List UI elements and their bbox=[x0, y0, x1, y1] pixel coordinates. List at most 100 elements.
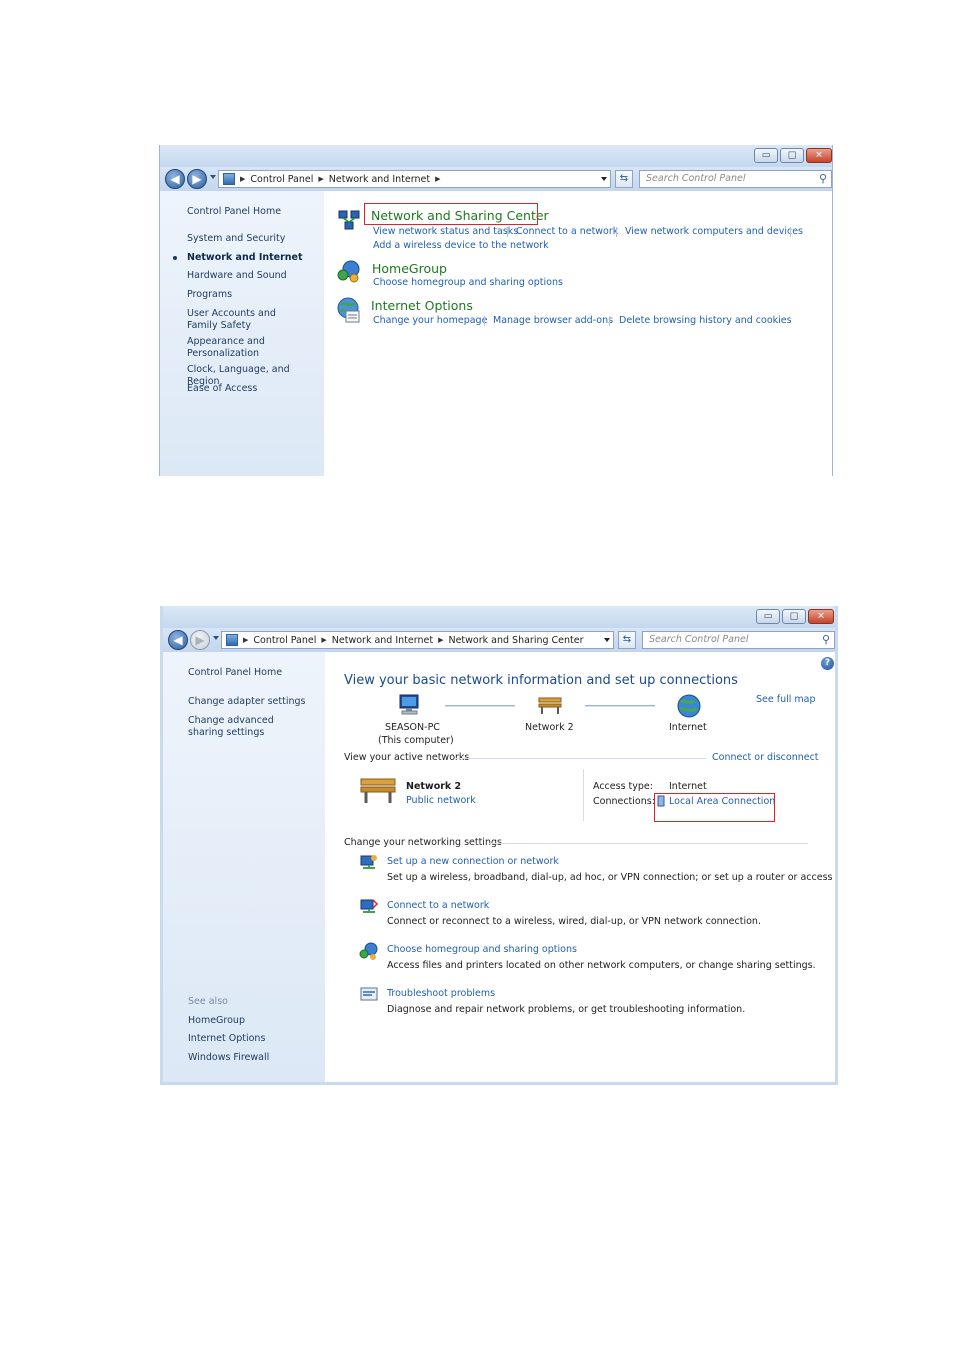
refresh-button[interactable]: ⇆ bbox=[618, 631, 636, 649]
connect-network-icon bbox=[359, 897, 379, 920]
address-dropdown-icon[interactable] bbox=[601, 177, 607, 181]
link-view-network-computers[interactable]: View network computers and devices bbox=[625, 226, 803, 237]
link-change-homepage[interactable]: Change your homepage bbox=[373, 315, 487, 326]
control-panel-icon bbox=[223, 173, 235, 185]
active-network-name: Network 2 bbox=[406, 781, 462, 792]
map-connection-line bbox=[445, 705, 515, 707]
search-icon[interactable]: ⚲ bbox=[819, 171, 827, 187]
connections-label: Connections: bbox=[593, 796, 655, 807]
link-manage-add-ons[interactable]: Manage browser add-ons bbox=[493, 315, 613, 326]
link-separator bbox=[790, 227, 791, 237]
homegroup-icon bbox=[337, 259, 361, 286]
task-troubleshoot-link[interactable]: Troubleshoot problems bbox=[387, 988, 495, 999]
recent-pages-dropdown[interactable] bbox=[213, 636, 219, 640]
link-add-wireless-device[interactable]: Add a wireless device to the network bbox=[373, 240, 549, 251]
minimize-button[interactable]: ▭ bbox=[756, 609, 780, 624]
main-content: ? View your basic network information an… bbox=[325, 652, 835, 1082]
breadcrumb-separator-icon: ▶ bbox=[438, 636, 444, 644]
help-icon[interactable]: ? bbox=[821, 657, 834, 670]
address-bar[interactable]: ▶ Control Panel ▶ Network and Internet ▶ bbox=[218, 170, 611, 188]
maximize-button[interactable]: □ bbox=[780, 148, 804, 163]
search-placeholder: Search Control Panel bbox=[649, 634, 749, 645]
sidebar-item-system-and-security[interactable]: System and Security bbox=[187, 233, 285, 245]
active-networks-label: View your active networks bbox=[344, 752, 470, 763]
search-icon[interactable]: ⚲ bbox=[822, 632, 830, 648]
networking-settings-label: Change your networking settings bbox=[344, 837, 502, 848]
map-network-name: Network 2 bbox=[525, 722, 574, 733]
link-delete-browsing-history[interactable]: Delete browsing history and cookies bbox=[619, 315, 792, 326]
link-connect-to-network[interactable]: Connect to a network bbox=[516, 226, 618, 237]
address-dropdown-icon[interactable] bbox=[604, 638, 610, 642]
map-internet: Internet bbox=[669, 722, 707, 733]
public-network-link[interactable]: Public network bbox=[406, 795, 476, 806]
task-setup-connection-link[interactable]: Set up a new connection or network bbox=[387, 856, 559, 867]
main-content: Network and Sharing Center View network … bbox=[324, 191, 832, 476]
connect-or-disconnect-link[interactable]: Connect or disconnect bbox=[712, 752, 819, 763]
current-item-bullet-icon bbox=[173, 256, 177, 260]
link-separator bbox=[609, 316, 610, 326]
sidebar-item-ease-of-access[interactable]: Ease of Access bbox=[187, 383, 257, 395]
link-homegroup-sharing-options[interactable]: Choose homegroup and sharing options bbox=[373, 277, 563, 288]
sidebar-item-network-and-internet[interactable]: Network and Internet bbox=[187, 252, 303, 264]
control-panel-icon bbox=[226, 634, 238, 646]
sidebar-change-advanced-sharing[interactable]: Change advanced sharing settings bbox=[188, 715, 306, 739]
see-also-windows-firewall[interactable]: Windows Firewall bbox=[188, 1052, 269, 1064]
forward-button[interactable]: ▶ bbox=[190, 630, 210, 650]
task-connect-network-desc: Connect or reconnect to a wireless, wire… bbox=[387, 916, 761, 927]
network-sharing-center-icon bbox=[338, 209, 360, 234]
internet-options-title[interactable]: Internet Options bbox=[371, 298, 473, 313]
homegroup-task-icon bbox=[359, 941, 379, 964]
task-homegroup-link[interactable]: Choose homegroup and sharing options bbox=[387, 944, 577, 955]
internet-globe-icon bbox=[676, 693, 702, 722]
sidebar-item-appearance[interactable]: Appearance and Personalization bbox=[187, 336, 287, 360]
homegroup-title[interactable]: HomeGroup bbox=[372, 261, 447, 276]
breadcrumb-network-and-internet[interactable]: Network and Internet bbox=[329, 174, 430, 185]
sidebar-control-panel-home[interactable]: Control Panel Home bbox=[188, 667, 282, 679]
forward-button[interactable]: ▶ bbox=[187, 169, 207, 189]
map-connection-line bbox=[585, 705, 655, 707]
computer-note: (This computer) bbox=[378, 735, 454, 746]
sidebar-item-user-accounts[interactable]: User Accounts and Family Safety bbox=[187, 308, 305, 332]
see-full-map-link[interactable]: See full map bbox=[756, 694, 816, 705]
back-button[interactable]: ◀ bbox=[165, 169, 185, 189]
task-connect-network-link[interactable]: Connect to a network bbox=[387, 900, 489, 911]
breadcrumb-control-panel[interactable]: Control Panel bbox=[253, 635, 316, 646]
sidebar-change-adapter-settings[interactable]: Change adapter settings bbox=[188, 696, 305, 708]
computer-icon bbox=[397, 693, 423, 720]
breadcrumb-separator-icon: ▶ bbox=[318, 175, 324, 183]
title-bar: ▭ □ ✕ bbox=[163, 606, 835, 628]
breadcrumb-control-panel[interactable]: Control Panel bbox=[250, 174, 313, 185]
breadcrumb-network-and-internet[interactable]: Network and Internet bbox=[332, 635, 433, 646]
breadcrumb-separator-icon: ▶ bbox=[243, 636, 249, 644]
maximize-button[interactable]: □ bbox=[782, 609, 806, 624]
active-network-bench-icon bbox=[358, 774, 398, 809]
task-troubleshoot-desc: Diagnose and repair network problems, or… bbox=[387, 1004, 746, 1015]
sidebar-control-panel-home[interactable]: Control Panel Home bbox=[187, 206, 281, 218]
close-button[interactable]: ✕ bbox=[808, 609, 834, 624]
sidebar-item-hardware-and-sound[interactable]: Hardware and Sound bbox=[187, 270, 287, 282]
refresh-button[interactable]: ⇆ bbox=[615, 170, 633, 188]
troubleshoot-icon bbox=[359, 985, 379, 1008]
recent-pages-dropdown[interactable] bbox=[210, 175, 216, 179]
close-button[interactable]: ✕ bbox=[806, 148, 832, 163]
access-type-label: Access type: bbox=[593, 781, 653, 792]
access-type-value: Internet bbox=[669, 781, 707, 792]
link-view-network-status[interactable]: View network status and tasks bbox=[373, 226, 518, 237]
back-button[interactable]: ◀ bbox=[168, 630, 188, 650]
search-input[interactable]: Search Control Panel ⚲ bbox=[639, 170, 832, 188]
divider bbox=[489, 843, 808, 844]
address-bar[interactable]: ▶ Control Panel ▶ Network and Internet ▶… bbox=[221, 631, 614, 649]
network-bench-icon bbox=[537, 694, 563, 719]
see-also-homegroup[interactable]: HomeGroup bbox=[188, 1015, 245, 1027]
minimize-button[interactable]: ▭ bbox=[754, 148, 778, 163]
control-panel-window-network-and-internet: ▭ □ ✕ ◀ ▶ ▶ Control Panel ▶ Network and … bbox=[159, 145, 833, 476]
sidebar-item-programs[interactable]: Programs bbox=[187, 289, 232, 301]
breadcrumb-network-sharing-center[interactable]: Network and Sharing Center bbox=[448, 635, 583, 646]
see-also-internet-options[interactable]: Internet Options bbox=[188, 1033, 265, 1045]
breadcrumb-separator-icon: ▶ bbox=[240, 175, 246, 183]
highlight-box-local-area-connection bbox=[654, 793, 775, 822]
sidebar: Control Panel Home Change adapter settin… bbox=[163, 652, 325, 1082]
task-setup-connection-desc: Set up a wireless, broadband, dial-up, a… bbox=[387, 872, 838, 883]
search-input[interactable]: Search Control Panel ⚲ bbox=[642, 631, 835, 649]
breadcrumb-separator-icon: ▶ bbox=[435, 175, 441, 183]
